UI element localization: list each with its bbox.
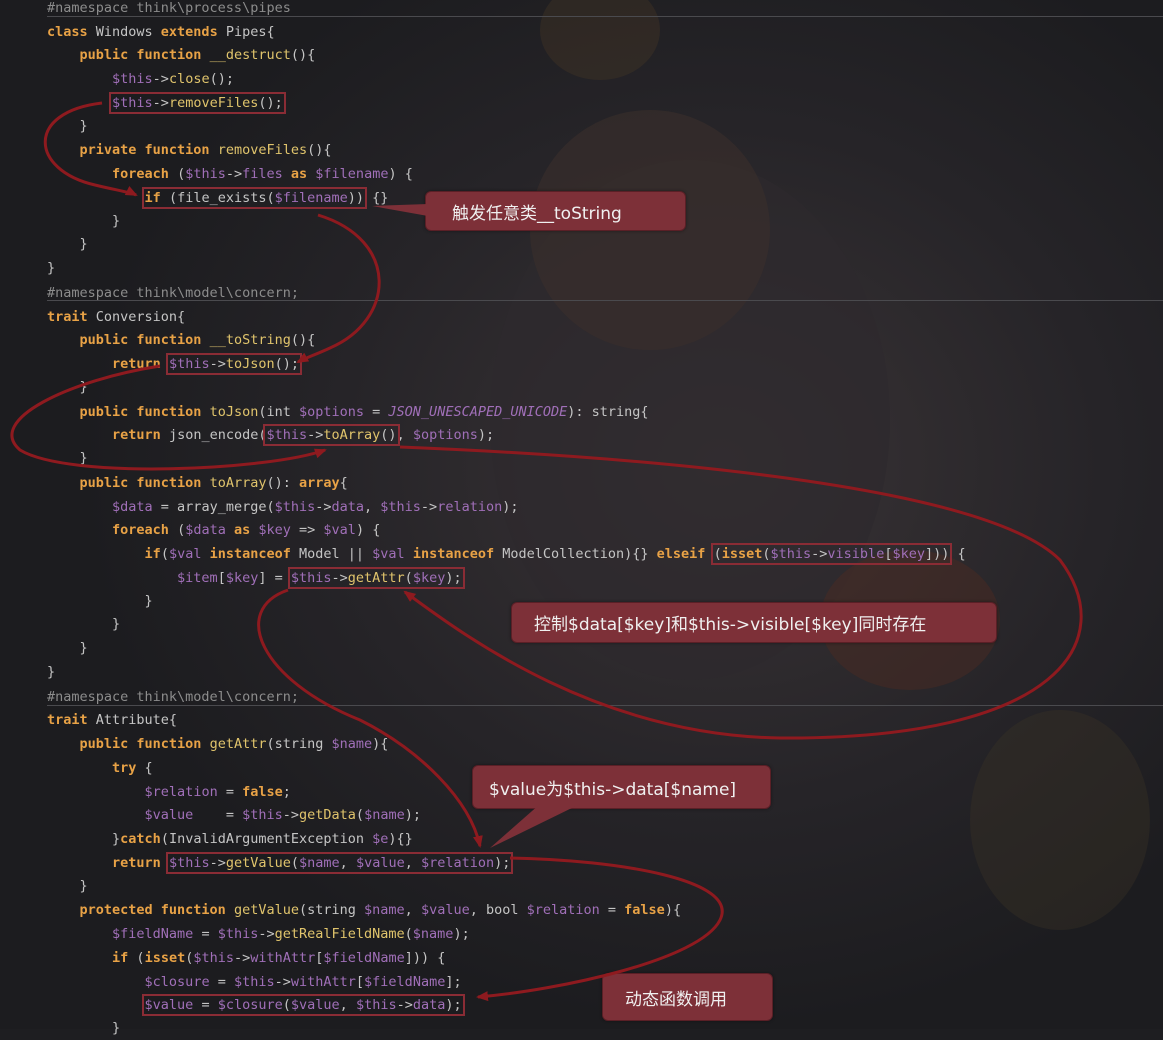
code-line: try { xyxy=(112,760,153,776)
code-line: return json_encode($this->toArray(), $op… xyxy=(112,424,495,446)
code-line: } xyxy=(79,236,88,252)
code-line: } xyxy=(47,664,56,680)
code-line: } xyxy=(79,450,88,466)
code-line: } xyxy=(79,118,88,134)
separator xyxy=(47,16,1163,17)
highlight-getvalue-call: $this->getValue($name, $value, $relation… xyxy=(165,852,514,874)
highlight-isset-visible: (isset($this->visible[$key])) xyxy=(710,543,953,565)
highlight-file-exists: if (file_exists($filename)) xyxy=(141,187,368,209)
callout-visible-condition: 控制$data[$key]和$this->visible[$key]同时存在 xyxy=(511,602,997,643)
namespace-comment: #namespace think\process\pipes xyxy=(47,0,291,16)
separator xyxy=(47,705,1163,706)
highlight-toarray-call: $this->toArray() xyxy=(263,424,400,446)
namespace-comment: #namespace think\model\concern; xyxy=(47,285,299,301)
callout-trigger-tostring: 触发任意类__toString xyxy=(425,191,686,231)
namespace-comment: #namespace think\model\concern; xyxy=(47,689,299,705)
callout-dynamic-call: 动态函数调用 xyxy=(602,973,773,1021)
code-line: }catch(InvalidArgumentException $e){} xyxy=(112,831,413,847)
code-line: } xyxy=(47,260,56,276)
code-line: foreach ($data as $key => $val) { xyxy=(112,522,381,538)
code-line: $item[$key] = $this->getAttr($key); xyxy=(177,567,465,589)
separator xyxy=(47,300,1163,301)
code-line: foreach ($this->files as $filename) { xyxy=(112,166,413,182)
code-line: } xyxy=(112,1020,121,1036)
code-line: #namespace think\model\concern; xyxy=(47,281,299,305)
code-line: public function __toString(){ xyxy=(79,332,316,348)
code-line: trait Conversion{ xyxy=(47,309,186,325)
code-line: public function __destruct(){ xyxy=(79,47,316,63)
code-line: $closure = $this->withAttr[$fieldName]; xyxy=(144,974,462,990)
code-line: if (file_exists($filename)) {} xyxy=(141,187,389,209)
code-line: } xyxy=(144,593,153,609)
code-line: $data = array_merge($this->data, $this->… xyxy=(112,499,519,515)
callout-value-data: $value为$this->data[$name] xyxy=(472,765,771,809)
code-line: private function removeFiles(){ xyxy=(79,142,332,158)
code-line: $fieldName = $this->getRealFieldName($na… xyxy=(112,926,470,942)
highlight-removefiles-call: $this->removeFiles(); xyxy=(109,92,286,114)
code-line: public function toJson(int $options = JS… xyxy=(79,404,649,420)
code-line: class Windows extends Pipes{ xyxy=(47,24,275,40)
highlight-closure-call: $value = $closure($value, $this->data); xyxy=(141,994,465,1016)
code-line: return $this->getValue($name, $value, $r… xyxy=(112,852,514,874)
code-line: $value = $this->getData($name); xyxy=(144,807,421,823)
code-line: } xyxy=(112,213,121,229)
code-line: $this->removeFiles(); xyxy=(47,91,286,115)
code-line: } xyxy=(112,616,121,632)
code-line: return $this->toJson(); xyxy=(112,353,303,375)
code-line: if (isset($this->withAttr[$fieldName])) … xyxy=(112,950,446,966)
code-line: if($val instanceof Model || $val instanc… xyxy=(144,543,966,565)
code-editor: #namespace think\process\pipes class Win… xyxy=(0,0,1163,1036)
highlight-tojson-call: $this->toJson(); xyxy=(165,353,303,375)
code-line: $this->close(); xyxy=(112,71,234,87)
code-line: public function getAttr(string $name){ xyxy=(79,736,389,752)
highlight-getattr-call: $this->getAttr($key); xyxy=(287,567,465,589)
code-line: $relation = false; xyxy=(144,784,291,800)
code-line: } xyxy=(79,640,88,656)
code-line: protected function getValue(string $name… xyxy=(79,902,682,918)
code-line: $value = $closure($value, $this->data); xyxy=(47,993,465,1017)
code-line: trait Attribute{ xyxy=(47,712,178,728)
code-line: } xyxy=(79,878,88,894)
code-line: } xyxy=(79,379,88,395)
code-line: public function toArray(): array{ xyxy=(79,475,348,491)
code-line: #namespace think\process\pipes xyxy=(47,0,291,20)
